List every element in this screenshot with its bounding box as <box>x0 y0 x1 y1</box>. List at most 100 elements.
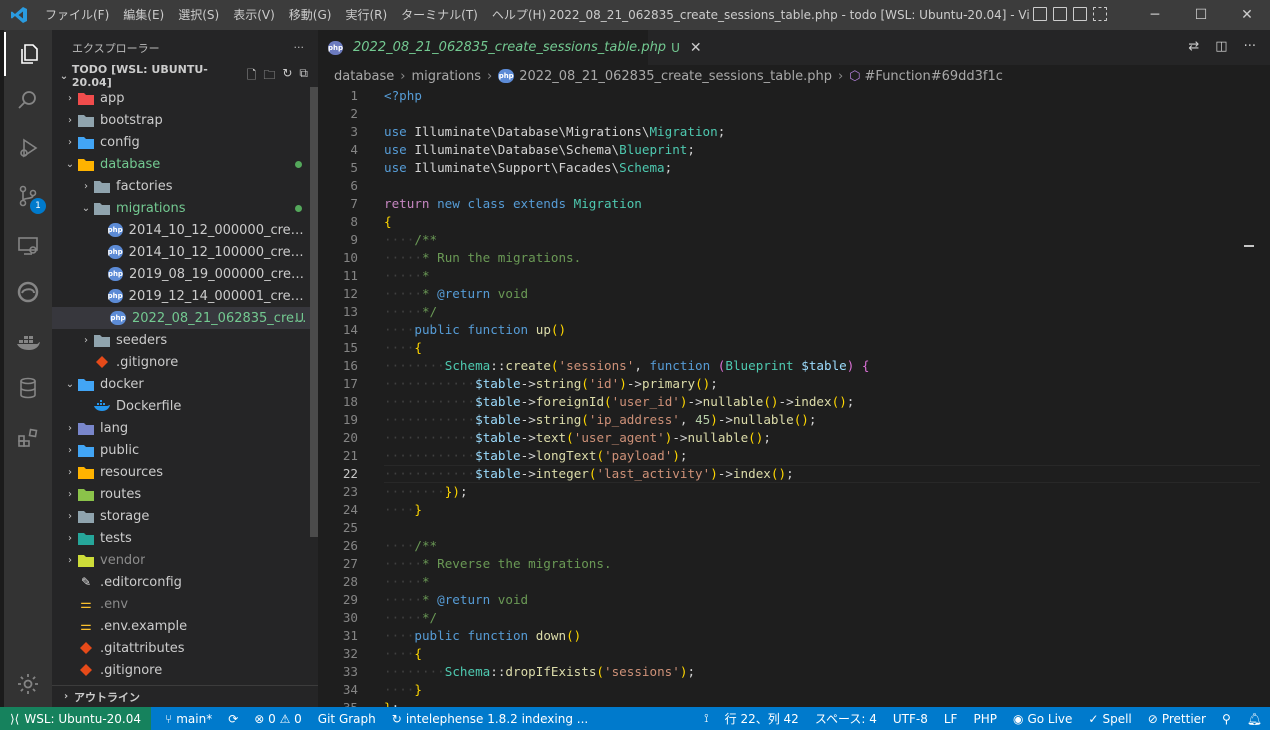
code-line[interactable]: 28 ·····* <box>318 573 1270 591</box>
tree-folder[interactable]: › storage <box>52 505 318 527</box>
tree-folder[interactable]: › lang <box>52 417 318 439</box>
outline-section-header[interactable]: › アウトライン <box>52 685 318 707</box>
menu-item[interactable]: ファイル(F) <box>38 0 116 30</box>
code-line[interactable]: 18 ············$table->foreignId('user_id… <box>318 393 1270 411</box>
code-line[interactable]: 31 ····public function down() <box>318 627 1270 645</box>
code-line[interactable]: 1 <?php <box>318 87 1270 105</box>
code-line[interactable]: 3 use Illuminate\Database\Migrations\Migr… <box>318 123 1270 141</box>
breadcrumb-item[interactable]: 2022_08_21_062835_create_sessions_table.… <box>519 69 832 84</box>
code-line[interactable]: 14 ····public function up() <box>318 321 1270 339</box>
maximize-button[interactable]: ☐ <box>1178 0 1224 30</box>
tree-file[interactable]: .gitattributes <box>52 637 318 659</box>
breadcrumb-item[interactable]: #Function#69dd3f1c <box>865 69 1003 84</box>
code-line[interactable]: 26 ····/** <box>318 537 1270 555</box>
code-editor[interactable]: 1 <?php 2 3 use Illuminate\Database\Migratio… <box>318 87 1270 707</box>
sync-button[interactable]: ⟳ <box>220 712 246 726</box>
edge-icon[interactable] <box>4 270 52 314</box>
workspace-section-header[interactable]: ⌄ TODO [WSL: UBUNTU-20.04] 🗋 🗀 ↻ ⧉ <box>52 63 318 89</box>
tree-folder[interactable]: › seeders <box>52 329 318 351</box>
toggle-panel-icon[interactable] <box>1053 7 1067 21</box>
tree-folder[interactable]: ⌄ docker <box>52 373 318 395</box>
spell-button[interactable]: ✓ Spell <box>1080 712 1139 726</box>
tree-file[interactable]: php 2022_08_21_062835_cre... U <box>52 307 318 329</box>
code-line[interactable]: 9 ····/** <box>318 231 1270 249</box>
prettier-button[interactable]: ⊘ Prettier <box>1140 712 1214 726</box>
code-line[interactable]: 25 <box>318 519 1270 537</box>
end-of-line[interactable]: LF <box>936 712 966 726</box>
split-editor-icon[interactable]: ◫ <box>1215 39 1227 54</box>
code-line[interactable]: 21 ············$table->longText('payload'… <box>318 447 1270 465</box>
remote-explorer-icon[interactable] <box>4 224 52 268</box>
database-icon[interactable] <box>4 366 52 410</box>
code-line[interactable]: 35}; <box>318 699 1270 707</box>
notifications-icon[interactable]: 🔔︎ <box>1239 712 1270 726</box>
problems-indicator[interactable]: ⊗ 0 ⚠ 0 <box>246 712 310 726</box>
tree-file[interactable]: ⚌ .env <box>52 593 318 615</box>
tab-active-file[interactable]: php 2022_08_21_062835_create_sessions_ta… <box>318 30 702 65</box>
indentation[interactable]: スペース: 4 <box>807 710 885 727</box>
new-file-icon[interactable]: 🗋 <box>247 66 257 87</box>
code-line[interactable]: 16 ········Schema::create('sessions', fun… <box>318 357 1270 375</box>
files-icon[interactable] <box>4 32 52 76</box>
code-line[interactable]: 6 <box>318 177 1270 195</box>
tree-folder[interactable]: › routes <box>52 483 318 505</box>
code-line[interactable]: 2 <box>318 105 1270 123</box>
code-line[interactable]: 19 ············$table->string('ip_address… <box>318 411 1270 429</box>
code-line[interactable]: 29 ·····* @return void <box>318 591 1270 609</box>
menu-item[interactable]: 選択(S) <box>171 0 226 30</box>
tree-file[interactable]: .gitignore <box>52 659 318 681</box>
branch-indicator[interactable]: ⑂ main* <box>157 712 220 726</box>
remote-indicator[interactable]: ⟩⟨ WSL: Ubuntu-20.04 <box>0 707 152 730</box>
git-graph-button[interactable]: Git Graph <box>310 712 384 726</box>
refresh-icon[interactable]: ↻ <box>282 66 292 87</box>
menu-item[interactable]: ターミナル(T) <box>394 0 485 30</box>
breadcrumb-item[interactable]: database <box>334 69 394 84</box>
code-line[interactable]: 30 ·····*/ <box>318 609 1270 627</box>
code-line[interactable]: 13 ·····*/ <box>318 303 1270 321</box>
tree-file[interactable]: php 2014_10_12_100000_create_p... <box>52 241 318 263</box>
toggle-secondary-sidebar-icon[interactable] <box>1073 7 1087 21</box>
code-line[interactable]: 23 ········}); <box>318 483 1270 501</box>
code-line[interactable]: 4 use Illuminate\Database\Schema\Blueprin… <box>318 141 1270 159</box>
tree-folder[interactable]: ⌄ migrations <box>52 197 318 219</box>
code-line[interactable]: 24 ····} <box>318 501 1270 519</box>
tree-folder[interactable]: › public <box>52 439 318 461</box>
code-line[interactable]: 10 ·····* Run the migrations. <box>318 249 1270 267</box>
code-line[interactable]: 5 use Illuminate\Support\Facades\Schema; <box>318 159 1270 177</box>
go-live-button[interactable]: ◉ Go Live <box>1005 712 1080 726</box>
customize-layout-icon[interactable] <box>1093 7 1107 21</box>
code-line[interactable]: 32 ····{ <box>318 645 1270 663</box>
sidebar-scrollbar[interactable] <box>310 87 318 537</box>
menu-item[interactable]: 実行(R) <box>338 0 394 30</box>
toggle-sidebar-icon[interactable] <box>1033 7 1047 21</box>
code-line[interactable]: 8{ <box>318 213 1270 231</box>
search-icon[interactable] <box>4 78 52 122</box>
tree-folder[interactable]: › bootstrap <box>52 109 318 131</box>
overview-ruler[interactable] <box>1242 30 1256 650</box>
menu-item[interactable]: 移動(G) <box>282 0 339 30</box>
breadcrumb-item[interactable]: migrations <box>411 69 481 84</box>
tree-file[interactable]: php 2014_10_12_000000_create_u... <box>52 219 318 241</box>
tree-file[interactable]: php 2019_12_14_000001_create_p... <box>52 285 318 307</box>
new-folder-icon[interactable]: 🗀 <box>263 66 275 87</box>
code-line[interactable]: 7 return new class extends Migration <box>318 195 1270 213</box>
tree-folder[interactable]: › app <box>52 87 318 109</box>
gear-icon[interactable] <box>4 662 52 706</box>
code-line[interactable]: 27 ·····* Reverse the migrations. <box>318 555 1270 573</box>
encoding[interactable]: UTF-8 <box>885 712 936 726</box>
accounts-icon[interactable]: ⚲ <box>1214 712 1239 726</box>
tree-folder[interactable]: › vendor <box>52 549 318 571</box>
tab-close-button[interactable]: ✕ <box>690 40 702 56</box>
menu-item[interactable]: ヘルプ(H) <box>485 0 553 30</box>
menu-item[interactable]: 編集(E) <box>116 0 171 30</box>
tree-folder[interactable]: › config <box>52 131 318 153</box>
close-window-button[interactable]: ✕ <box>1224 0 1270 30</box>
language-mode[interactable]: PHP <box>965 712 1005 726</box>
open-changes-icon[interactable]: ⇄ <box>1188 39 1199 54</box>
location-icon[interactable]: ⟟ <box>696 711 716 726</box>
run-debug-icon[interactable] <box>4 126 52 170</box>
tree-folder[interactable]: › tests <box>52 527 318 549</box>
explorer-more-button[interactable]: ··· <box>294 41 305 54</box>
tree-file[interactable]: ✎ .editorconfig <box>52 571 318 593</box>
tree-folder[interactable]: › resources <box>52 461 318 483</box>
